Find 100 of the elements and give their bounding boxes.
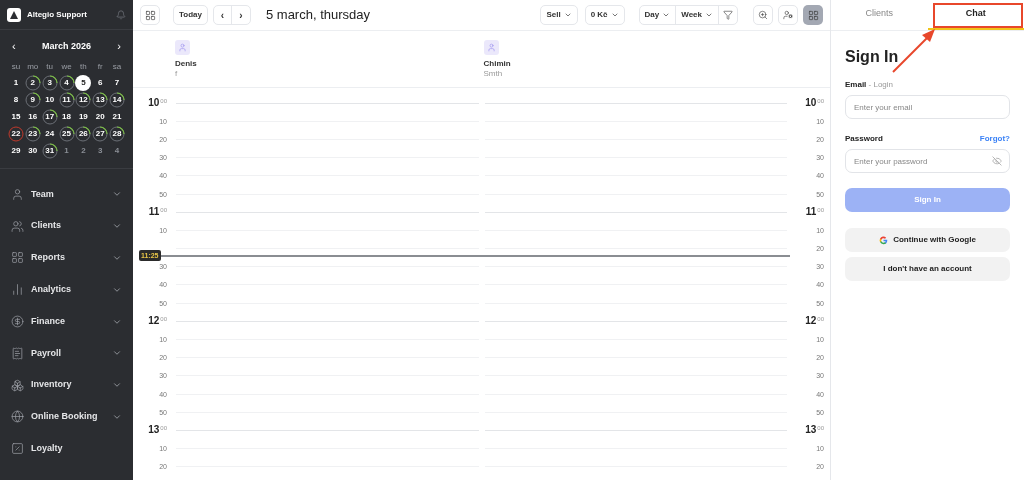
nav-label: Reports (31, 251, 66, 265)
email-field[interactable]: Enter your email (845, 95, 1010, 119)
calendar-day[interactable]: 25 (58, 125, 75, 142)
nav-item[interactable]: Finance (0, 305, 133, 338)
calendar-day[interactable]: 4 (58, 74, 75, 91)
calendar-day[interactable]: 27 (92, 125, 109, 142)
calendar-day[interactable]: 4 (109, 142, 126, 159)
calendar-day[interactable]: 15 (7, 108, 24, 125)
calendar-day[interactable]: 18 (58, 108, 75, 125)
staff-settings-button[interactable] (778, 5, 798, 25)
prev-month-button[interactable]: ‹ (12, 38, 16, 55)
calendar-day[interactable]: 30 (24, 142, 41, 159)
calendar-day[interactable]: 20 (92, 108, 109, 125)
nav-item[interactable]: Analytics (0, 273, 133, 306)
nav-item[interactable]: Payroll (0, 337, 133, 370)
progress-ring-icon (109, 125, 126, 142)
calendar-day[interactable]: 2 (75, 142, 92, 159)
month-title: March 2026 (42, 39, 91, 53)
nav-item[interactable]: Team (0, 178, 133, 211)
panel-tab[interactable]: Chat (927, 0, 1024, 30)
progress-ring-icon (109, 91, 126, 108)
next-day-button[interactable]: › (231, 6, 250, 24)
calendar-day[interactable]: 22 (7, 125, 24, 142)
progress-ring-icon (92, 125, 109, 142)
calendar-day[interactable]: 21 (109, 108, 126, 125)
today-button[interactable]: Today (173, 5, 208, 25)
staff-avatar[interactable] (483, 40, 499, 55)
google-button[interactable]: Continue with Google (845, 228, 1010, 252)
staff-name: Chimin (483, 59, 511, 69)
calendar-day[interactable]: 12 (75, 91, 92, 108)
calendar-day[interactable]: 29 (7, 142, 24, 159)
nav-label: Payroll (31, 346, 62, 360)
grid-button[interactable] (140, 5, 160, 25)
hour-label: 13$^{00}$ (148, 425, 167, 436)
boxes-icon (11, 378, 24, 392)
nav-item[interactable]: Inventory (0, 369, 133, 402)
calendar-day[interactable]: 31 (41, 142, 58, 159)
hidden-eye-icon[interactable] (992, 156, 1002, 166)
calendar-day[interactable]: 10 (41, 91, 58, 108)
hour-label: 11$^{00}$ (805, 207, 824, 218)
nav-label: Finance (31, 314, 66, 328)
calendar-day[interactable]: 6 (92, 74, 109, 91)
calendar-day[interactable]: 1 (7, 74, 24, 91)
calendar-day[interactable]: 13 (92, 91, 109, 108)
staff-avatar[interactable] (175, 40, 190, 55)
staff-name: Denis (175, 59, 197, 69)
week-dropdown[interactable]: Week (676, 6, 719, 24)
grid-view-button[interactable] (803, 5, 823, 25)
calendar-day[interactable]: 14 (109, 91, 126, 108)
bell-icon[interactable] (116, 9, 126, 20)
panel-tab[interactable]: Clients (831, 0, 928, 30)
progress-ring-icon (58, 91, 75, 108)
google-icon (879, 235, 889, 245)
progress-ring-icon (41, 108, 58, 125)
password-field[interactable]: Enter your password (845, 149, 1010, 173)
calendar-day[interactable]: 2 (24, 74, 41, 91)
calendar-day[interactable]: 26 (75, 125, 92, 142)
globe-icon (11, 410, 24, 424)
calendar-day[interactable]: 5 (75, 74, 92, 91)
calendar-day[interactable]: 3 (41, 74, 58, 91)
calendar-day[interactable]: 8 (7, 91, 24, 108)
calendar-day[interactable]: 11 (58, 91, 75, 108)
calendar-day[interactable]: 24 (41, 125, 58, 142)
calendar-day[interactable]: 9 (24, 91, 41, 108)
no-account-button[interactable]: I don't have an account (845, 257, 1010, 281)
calendar-day[interactable]: 7 (109, 74, 126, 91)
caret-icon (610, 11, 619, 19)
progress-ring-icon (41, 142, 58, 159)
calendar-day[interactable]: 28 (109, 125, 126, 142)
date-title: 5 march, thursday (265, 6, 370, 25)
calendar-day[interactable]: 1 (58, 142, 75, 159)
people-icon (11, 219, 24, 233)
nav-label: Analytics (31, 283, 73, 297)
progress-ring-icon (7, 125, 24, 142)
nav-item[interactable]: Clients (0, 210, 133, 243)
prev-day-button[interactable]: ‹ (213, 6, 232, 24)
calendar-day[interactable]: 16 (24, 108, 41, 125)
nav-label: Clients (31, 219, 62, 233)
calendar-day[interactable]: 3 (92, 142, 109, 159)
calendar-day[interactable]: 19 (75, 108, 92, 125)
day-dropdown[interactable]: Day (639, 6, 677, 24)
amount-dropdown[interactable]: 0 Kč (584, 5, 625, 25)
next-month-button[interactable]: › (117, 38, 121, 55)
forgot-link[interactable]: Forgot? (979, 133, 1010, 145)
chart-icon (11, 283, 24, 297)
grid-icon (807, 9, 819, 21)
zoom-button[interactable] (753, 5, 773, 25)
progress-ring-icon (24, 91, 41, 108)
calendar-day[interactable]: 23 (24, 125, 41, 142)
nav-item[interactable]: Loyalty (0, 432, 133, 465)
nav-item[interactable]: Online Booking (0, 401, 133, 433)
password-label: Password (845, 133, 883, 145)
organization-name: Altegio Support (27, 8, 88, 21)
calendar-day[interactable]: 17 (41, 108, 58, 125)
sell-dropdown[interactable]: Sell (540, 5, 578, 25)
hour-label: 12$^{00}$ (805, 316, 824, 327)
logo-icon (7, 7, 21, 22)
person-icon (178, 43, 187, 52)
nav-item[interactable]: Reports (0, 242, 133, 274)
dollar-icon (11, 315, 24, 329)
